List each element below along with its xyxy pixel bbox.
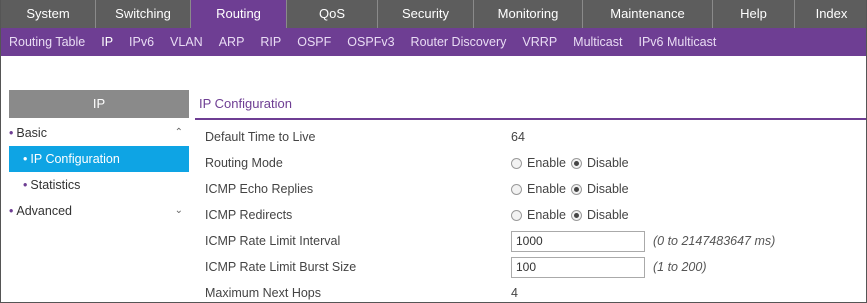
top-nav-maintenance[interactable]: Maintenance [583, 0, 713, 28]
icmp-redirects-control: Enable Disable [511, 202, 634, 228]
icmp-redirects-disable-label: Disable [586, 208, 629, 222]
main-panel: IP Configuration Default Time to Live 64… [195, 90, 866, 300]
routing-mode-enable-label: Enable [527, 156, 566, 170]
icmp-rate-limit-interval-input[interactable] [511, 230, 645, 252]
icmp-rate-limit-burst-label: ICMP Rate Limit Burst Size [205, 260, 357, 274]
sub-nav-vrrp[interactable]: VRRP [522, 35, 557, 49]
top-nav-monitoring[interactable]: Monitoring [474, 0, 583, 28]
icmp-rate-limit-interval-label: ICMP Rate Limit Interval [205, 234, 341, 248]
top-nav-switching[interactable]: Switching [96, 0, 191, 28]
default-ttl-value: 64 [511, 130, 525, 144]
panel-title: IP Configuration [199, 96, 292, 111]
sub-nav-arp[interactable]: ARP [219, 35, 245, 49]
row-icmp-redirects: ICMP Redirects Enable Disable [205, 202, 860, 228]
sub-nav-vlan[interactable]: VLAN [170, 35, 203, 49]
sub-nav-rip[interactable]: RIP [260, 35, 281, 49]
sub-nav-ospf[interactable]: OSPF [297, 35, 331, 49]
max-next-hops-value: 4 [511, 286, 518, 300]
default-ttl-label: Default Time to Live [205, 130, 316, 144]
bullet-icon: • [23, 152, 28, 166]
sub-nav-routing-table[interactable]: Routing Table [9, 35, 85, 49]
icmp-redirects-enable-label: Enable [527, 208, 566, 222]
routing-mode-label: Routing Mode [205, 156, 283, 170]
top-nav-system[interactable]: System [1, 0, 96, 28]
icmp-rate-limit-burst-input[interactable] [511, 256, 645, 278]
icmp-rate-limit-interval-control: (0 to 2147483647 ms) [511, 228, 775, 254]
icmp-echo-disable-radio[interactable] [570, 183, 582, 195]
bullet-icon: • [9, 204, 14, 218]
sub-nav-ipv6-multicast[interactable]: IPv6 Multicast [638, 35, 716, 49]
icmp-echo-enable-radio[interactable] [511, 183, 522, 195]
top-nav-index[interactable]: Index [795, 0, 866, 28]
top-nav: System Switching Routing QoS Security Mo… [1, 0, 866, 28]
sidebar-item-label: Statistics [30, 178, 81, 192]
sidebar-item-label: Basic [16, 126, 47, 140]
routing-mode-enable-radio[interactable] [511, 157, 522, 169]
sub-nav-ospfv3[interactable]: OSPFv3 [347, 35, 394, 49]
icmp-echo-replies-control: Enable Disable [511, 176, 634, 202]
sidebar: • Basic ⌃ • IP Configuration • Statistics •… [9, 120, 189, 224]
config-rows: Default Time to Live 64 Routing Mode Ena… [205, 124, 860, 302]
icmp-redirects-label: ICMP Redirects [205, 208, 293, 222]
bullet-icon: • [9, 126, 14, 140]
panel-title-underline [195, 118, 866, 120]
max-next-hops-label: Maximum Next Hops [205, 286, 321, 300]
icmp-rate-limit-burst-control: (1 to 200) [511, 254, 707, 280]
icmp-redirects-enable-radio[interactable] [511, 209, 522, 221]
routing-mode-disable-radio[interactable] [570, 157, 582, 169]
chevron-up-icon[interactable]: ⌃ [175, 120, 183, 146]
top-nav-security[interactable]: Security [378, 0, 474, 28]
sub-nav-router-discovery[interactable]: Router Discovery [411, 35, 507, 49]
bullet-icon: • [23, 178, 28, 192]
sub-nav-multicast[interactable]: Multicast [573, 35, 622, 49]
row-icmp-rate-limit-burst: ICMP Rate Limit Burst Size (1 to 200) [205, 254, 860, 280]
sidebar-item-ip-configuration[interactable]: • IP Configuration [9, 146, 189, 172]
icmp-echo-enable-label: Enable [527, 182, 566, 196]
chevron-down-icon[interactable]: ⌄ [175, 198, 183, 224]
icmp-rate-limit-interval-hint: (0 to 2147483647 ms) [653, 234, 776, 248]
sidebar-item-label: IP Configuration [30, 152, 120, 166]
routing-mode-disable-label: Disable [586, 156, 629, 170]
row-routing-mode: Routing Mode Enable Disable [205, 150, 860, 176]
row-icmp-rate-limit-interval: ICMP Rate Limit Interval (0 to 214748364… [205, 228, 860, 254]
sidebar-item-advanced[interactable]: • Advanced ⌄ [9, 198, 189, 224]
row-max-next-hops: Maximum Next Hops 4 [205, 280, 860, 302]
sidebar-item-label: Advanced [16, 204, 72, 218]
icmp-redirects-disable-radio[interactable] [570, 209, 582, 221]
icmp-rate-limit-burst-hint: (1 to 200) [653, 260, 707, 274]
routing-mode-control: Enable Disable [511, 150, 634, 176]
sub-nav-ipv6[interactable]: IPv6 [129, 35, 154, 49]
icmp-echo-disable-label: Disable [586, 182, 629, 196]
sub-nav: Routing Table IP IPv6 VLAN ARP RIP OSPF … [1, 28, 866, 56]
sub-nav-ip[interactable]: IP [101, 35, 113, 49]
top-nav-qos[interactable]: QoS [287, 0, 378, 28]
top-nav-help[interactable]: Help [713, 0, 795, 28]
sidebar-item-statistics[interactable]: • Statistics [9, 172, 189, 198]
sidebar-title: IP [9, 90, 189, 118]
sidebar-item-basic[interactable]: • Basic ⌃ [9, 120, 189, 146]
icmp-echo-replies-label: ICMP Echo Replies [205, 182, 314, 196]
app-frame: System Switching Routing QoS Security Mo… [0, 0, 867, 303]
top-nav-routing[interactable]: Routing [191, 0, 287, 28]
row-default-ttl: Default Time to Live 64 [205, 124, 860, 150]
row-icmp-echo-replies: ICMP Echo Replies Enable Disable [205, 176, 860, 202]
